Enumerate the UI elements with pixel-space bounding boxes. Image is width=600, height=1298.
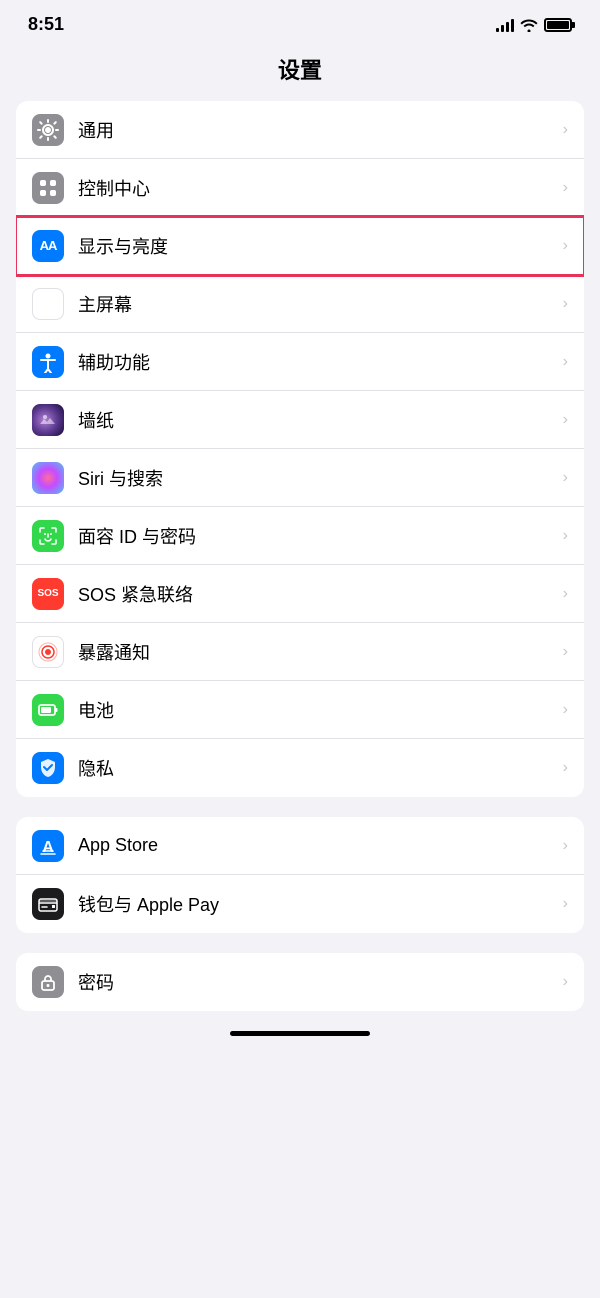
privacy-label: 隐私: [78, 755, 555, 781]
settings-item-wallpaper[interactable]: 墙纸 ›: [16, 391, 584, 449]
control-center-icon: [32, 172, 64, 204]
page-title: 设置: [0, 43, 600, 101]
siri-chevron: ›: [563, 469, 568, 487]
sos-chevron: ›: [563, 585, 568, 603]
display-label: 显示与亮度: [78, 233, 555, 259]
settings-group-store: A App Store › 钱包与 Apple Pay ›: [16, 817, 584, 933]
general-label: 通用: [78, 117, 555, 143]
settings-item-password[interactable]: 密码 ›: [16, 953, 584, 1011]
home-indicator: [230, 1031, 370, 1036]
wallpaper-label: 墙纸: [78, 407, 555, 433]
settings-item-siri[interactable]: Siri 与搜索 ›: [16, 449, 584, 507]
wifi-icon: [520, 18, 538, 32]
battery-settings-icon: [32, 694, 64, 726]
general-chevron: ›: [563, 121, 568, 139]
battery-chevron: ›: [563, 701, 568, 719]
settings-item-general[interactable]: 通用 ›: [16, 101, 584, 159]
password-label: 密码: [78, 969, 555, 995]
homescreen-chevron: ›: [563, 295, 568, 313]
appstore-icon: A: [32, 830, 64, 862]
settings-item-appstore[interactable]: A App Store ›: [16, 817, 584, 875]
appstore-label: App Store: [78, 835, 555, 856]
exposure-chevron: ›: [563, 643, 568, 661]
display-icon: AA: [32, 230, 64, 262]
control-center-label: 控制中心: [78, 175, 555, 201]
battery-label: 电池: [78, 697, 555, 723]
settings-group-main: 通用 › 控制中心 › AA 显示与亮度 ›: [16, 101, 584, 797]
status-bar: 8:51: [0, 0, 600, 43]
privacy-chevron: ›: [563, 759, 568, 777]
settings-item-privacy[interactable]: 隐私 ›: [16, 739, 584, 797]
display-chevron: ›: [563, 237, 568, 255]
wallpaper-icon: [32, 404, 64, 436]
password-icon: [32, 966, 64, 998]
siri-label: Siri 与搜索: [78, 465, 555, 491]
status-time: 8:51: [28, 14, 64, 35]
settings-item-control-center[interactable]: 控制中心 ›: [16, 159, 584, 217]
exposure-icon: [32, 636, 64, 668]
settings-group-password: 密码 ›: [16, 953, 584, 1011]
password-chevron: ›: [563, 973, 568, 991]
sos-label: SOS 紧急联络: [78, 581, 555, 607]
wallet-label: 钱包与 Apple Pay: [78, 891, 555, 917]
privacy-icon: [32, 752, 64, 784]
siri-icon: [32, 462, 64, 494]
settings-item-display[interactable]: AA 显示与亮度 ›: [16, 217, 584, 275]
sos-icon: SOS: [32, 578, 64, 610]
faceid-label: 面容 ID 与密码: [78, 523, 555, 549]
homescreen-label: 主屏幕: [78, 291, 555, 317]
settings-item-faceid[interactable]: 面容 ID 与密码 ›: [16, 507, 584, 565]
wallet-icon: [32, 888, 64, 920]
accessibility-icon: [32, 346, 64, 378]
status-icons: [496, 18, 572, 32]
settings-item-wallet[interactable]: 钱包与 Apple Pay ›: [16, 875, 584, 933]
general-icon: [32, 114, 64, 146]
settings-item-sos[interactable]: SOS SOS 紧急联络 ›: [16, 565, 584, 623]
homescreen-icon: [32, 288, 64, 320]
appstore-chevron: ›: [563, 837, 568, 855]
signal-icon: [496, 18, 514, 32]
wallpaper-chevron: ›: [563, 411, 568, 429]
settings-item-exposure[interactable]: 暴露通知 ›: [16, 623, 584, 681]
settings-item-battery[interactable]: 电池 ›: [16, 681, 584, 739]
control-center-chevron: ›: [563, 179, 568, 197]
home-indicator-area: [0, 1011, 600, 1044]
accessibility-chevron: ›: [563, 353, 568, 371]
faceid-icon: [32, 520, 64, 552]
battery-icon: [544, 18, 572, 32]
exposure-label: 暴露通知: [78, 639, 555, 665]
wallet-chevron: ›: [563, 895, 568, 913]
settings-item-homescreen[interactable]: 主屏幕 ›: [16, 275, 584, 333]
accessibility-label: 辅助功能: [78, 349, 555, 375]
settings-item-accessibility[interactable]: 辅助功能 ›: [16, 333, 584, 391]
faceid-chevron: ›: [563, 527, 568, 545]
